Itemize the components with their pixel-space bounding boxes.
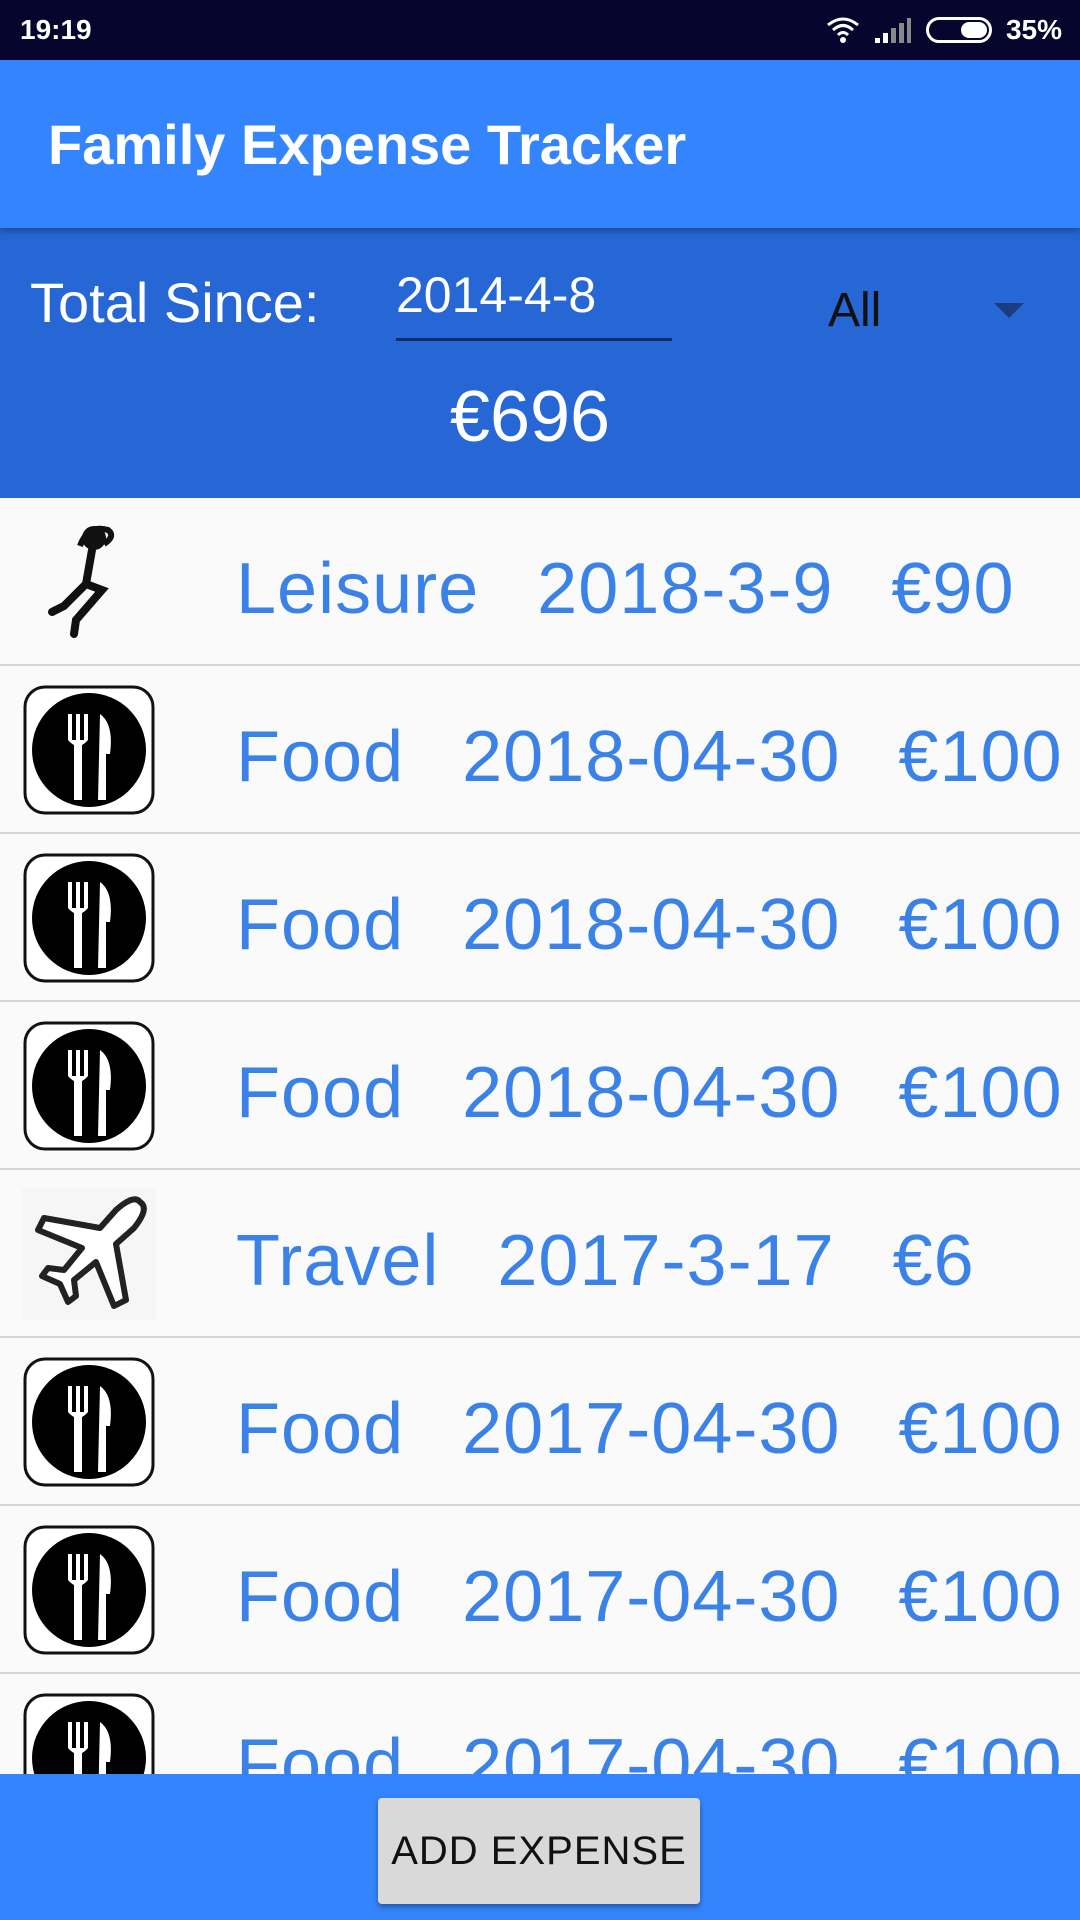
battery-percent: 35% [1005, 14, 1062, 45]
expense-date: 2018-3-9 [537, 549, 834, 629]
expense-row-text: Food 2018-04-30 €100 [236, 884, 1063, 966]
expense-amount: €100 [898, 1389, 1063, 1469]
expense-date: 2018-04-30 [462, 1053, 841, 1133]
status-bar: 19:19 35% [0, 0, 1080, 60]
signal-icon [874, 18, 911, 43]
expense-amount: €6 [892, 1221, 975, 1301]
expense-amount: €100 [898, 717, 1063, 797]
wifi-icon [827, 17, 859, 43]
status-time: 19:19 [20, 14, 92, 45]
total-since-label: Total Since: [30, 271, 320, 334]
expense-row[interactable]: Food 2018-04-30 €100 [0, 834, 1080, 1002]
expense-date: 2017-04-30 [462, 1557, 841, 1637]
total-amount: €696 [449, 377, 611, 457]
expense-row[interactable]: Food 2018-04-30 €100 [0, 1002, 1080, 1170]
expense-amount: €100 [898, 885, 1063, 965]
expense-category: Food [236, 1053, 405, 1133]
expense-date: 2017-04-30 [462, 1725, 841, 1774]
expense-row[interactable]: Travel 2017-3-17 €6 [0, 1170, 1080, 1338]
since-date-field[interactable]: 2014-4-8 [396, 266, 672, 341]
leisure-icon [22, 516, 156, 648]
expense-date: 2018-04-30 [462, 717, 841, 797]
expense-category: Leisure [236, 549, 480, 629]
expense-date: 2018-04-30 [462, 885, 841, 965]
dropdown-arrow-icon [994, 302, 1024, 318]
expense-row-text: Food 2017-04-30 €100 [236, 1556, 1063, 1638]
expense-row-text: Food 2017-04-30 €100 [236, 1724, 1063, 1774]
expense-row-text: Leisure 2018-3-9 €90 [236, 548, 1015, 630]
expense-category: Food [236, 717, 405, 797]
expense-row-text: Travel 2017-3-17 €6 [236, 1220, 975, 1302]
bottom-bar: ADD EXPENSE [0, 1774, 1080, 1920]
expense-row-text: Food 2018-04-30 €100 [236, 1052, 1063, 1134]
expense-amount: €90 [891, 549, 1015, 629]
expense-category: Food [236, 1725, 405, 1774]
summary-panel: Total Since: 2014-4-8 All €696 [0, 228, 1080, 498]
expense-category: Travel [236, 1221, 440, 1301]
expense-row[interactable]: Food 2018-04-30 €100 [0, 666, 1080, 834]
expense-row-text: Food 2017-04-30 €100 [236, 1388, 1063, 1470]
battery-icon [925, 17, 992, 43]
expense-row[interactable]: Leisure 2018-3-9 €90 [0, 498, 1080, 666]
food-icon [22, 852, 156, 984]
food-icon [22, 1020, 156, 1152]
expense-row-text: Food 2018-04-30 €100 [236, 716, 1063, 798]
expense-amount: €100 [898, 1053, 1063, 1133]
expense-row[interactable]: Food 2017-04-30 €100 [0, 1506, 1080, 1674]
expense-category: Food [236, 1557, 405, 1637]
food-icon [22, 1692, 156, 1774]
app-title: Family Expense Tracker [48, 112, 687, 176]
food-icon [22, 684, 156, 816]
expense-date: 2017-3-17 [497, 1221, 835, 1301]
add-expense-button[interactable]: ADD EXPENSE [378, 1798, 700, 1904]
expense-row[interactable]: Food 2017-04-30 €100 [0, 1338, 1080, 1506]
category-filter-dropdown[interactable]: All [828, 278, 1028, 342]
filter-selected-value: All [828, 283, 882, 337]
status-icons: 35% [826, 14, 1062, 46]
travel-icon [22, 1188, 156, 1320]
expense-amount: €100 [898, 1557, 1063, 1637]
food-icon [22, 1524, 156, 1656]
app-bar: Family Expense Tracker [0, 60, 1080, 228]
expense-list[interactable]: Leisure 2018-3-9 €90 Food 2018-04-30 €100 Food… [0, 498, 1080, 1774]
expense-date: 2017-04-30 [462, 1389, 841, 1469]
screen: 19:19 35% Family Expense Tracker Total S… [0, 0, 1080, 1920]
expense-amount: €100 [898, 1725, 1063, 1774]
expense-category: Food [236, 885, 405, 965]
food-icon [22, 1356, 156, 1488]
expense-category: Food [236, 1389, 405, 1469]
expense-row[interactable]: Food 2017-04-30 €100 [0, 1674, 1080, 1774]
